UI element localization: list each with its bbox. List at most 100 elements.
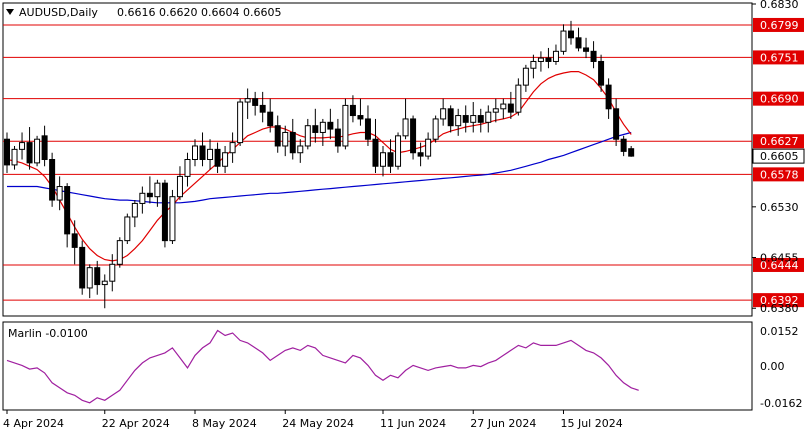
candle-body xyxy=(410,118,417,154)
candle xyxy=(41,125,48,167)
candle xyxy=(176,166,183,201)
price-tick-label: 0.6455 xyxy=(760,252,799,265)
time-axis: 4 Apr 2024 22 Apr 2024 8 May 2024 24 May 20… xyxy=(3,410,623,430)
candle xyxy=(49,152,56,207)
fast-ma-line xyxy=(6,70,632,262)
candle xyxy=(252,91,259,116)
chart-canvas: 0.67990.67510.66900.66270.65780.64440.63… xyxy=(2,0,805,430)
candle-body xyxy=(387,152,394,167)
indicator-scale-top: 0.0152 xyxy=(760,325,799,338)
candle xyxy=(470,102,477,133)
candle xyxy=(4,132,10,174)
candle xyxy=(349,95,356,123)
candle xyxy=(507,91,514,119)
candle-body xyxy=(560,30,567,52)
candle-body xyxy=(139,192,146,204)
candle-body xyxy=(56,186,63,201)
candle-body xyxy=(109,263,116,282)
candle-body xyxy=(357,115,364,120)
candle xyxy=(552,44,559,65)
candle xyxy=(116,237,123,268)
candle-body xyxy=(304,125,311,147)
candle-body xyxy=(161,182,168,242)
candle-body xyxy=(222,152,229,167)
moving-averages xyxy=(6,70,632,262)
candle xyxy=(237,98,244,146)
level-tag-label: 0.6751 xyxy=(760,51,799,64)
candle xyxy=(64,183,71,248)
candle xyxy=(447,105,454,133)
indicator-label: Marlin -0.0100 xyxy=(8,327,88,340)
time-tick-label: 11 Jun 2024 xyxy=(380,417,446,430)
candle-body xyxy=(297,145,304,154)
candle xyxy=(71,220,78,265)
candle-body xyxy=(568,30,574,39)
candle-body xyxy=(440,108,447,120)
price-tick-label: 0.6830 xyxy=(760,0,799,11)
symbol-menu-icon[interactable] xyxy=(6,9,14,15)
candle xyxy=(79,240,86,295)
indicator-scale-bottom: -0.0162 xyxy=(760,397,802,410)
candle-body xyxy=(477,115,484,123)
candle xyxy=(124,213,131,245)
candle xyxy=(575,27,582,52)
candle-body xyxy=(620,138,627,152)
candle xyxy=(530,54,537,79)
candle-body xyxy=(101,280,108,286)
candle xyxy=(146,176,153,204)
candle-body xyxy=(41,135,48,161)
candle-body xyxy=(116,240,123,265)
candle-body xyxy=(515,84,522,113)
candle-body xyxy=(289,131,296,154)
candle xyxy=(395,132,402,170)
candle-body xyxy=(470,115,477,123)
candle-body xyxy=(259,104,266,113)
candle-body xyxy=(19,142,26,150)
candle xyxy=(620,135,627,157)
candle-body xyxy=(530,60,537,69)
candle xyxy=(161,179,168,248)
oscillator-series xyxy=(6,329,639,404)
time-tick-label: 15 Jul 2024 xyxy=(560,417,622,430)
candle-body xyxy=(628,148,635,157)
candle xyxy=(455,108,462,136)
candle-body xyxy=(176,175,183,198)
candle-body xyxy=(124,216,131,242)
candle-body xyxy=(334,128,341,147)
slow-ma-line xyxy=(7,131,632,204)
candle-body xyxy=(372,138,379,167)
candle-body xyxy=(425,138,432,157)
candle xyxy=(327,108,334,140)
candle xyxy=(500,98,507,119)
candle xyxy=(357,98,364,126)
current-price-label: 0.6605 xyxy=(760,150,799,163)
candle xyxy=(440,98,447,126)
candle xyxy=(613,98,620,146)
time-tick-label: 8 May 2024 xyxy=(192,417,257,430)
candle xyxy=(402,98,409,140)
candle-body xyxy=(26,142,33,164)
price-tick-label: 0.6530 xyxy=(760,201,799,214)
candle xyxy=(244,88,251,119)
candle-body xyxy=(214,148,221,167)
candle xyxy=(94,260,101,295)
candle-body xyxy=(462,115,469,123)
level-tag-label: 0.6799 xyxy=(760,19,799,32)
candle xyxy=(169,189,176,245)
candle xyxy=(425,132,432,160)
candle-body xyxy=(485,111,492,123)
candle-body xyxy=(380,152,386,167)
candle-body xyxy=(455,115,462,127)
candle-body xyxy=(583,47,590,52)
candle-body xyxy=(342,104,349,147)
candle xyxy=(590,41,597,69)
time-tick-label: 27 Jun 2024 xyxy=(470,417,536,430)
candle-body xyxy=(267,111,274,127)
time-tick-label: 4 Apr 2024 xyxy=(3,417,64,430)
candle-body xyxy=(154,182,161,198)
candle xyxy=(109,254,116,292)
candle-body xyxy=(199,145,206,160)
candle xyxy=(628,145,635,157)
candle-body xyxy=(605,84,612,110)
candle xyxy=(19,132,26,160)
